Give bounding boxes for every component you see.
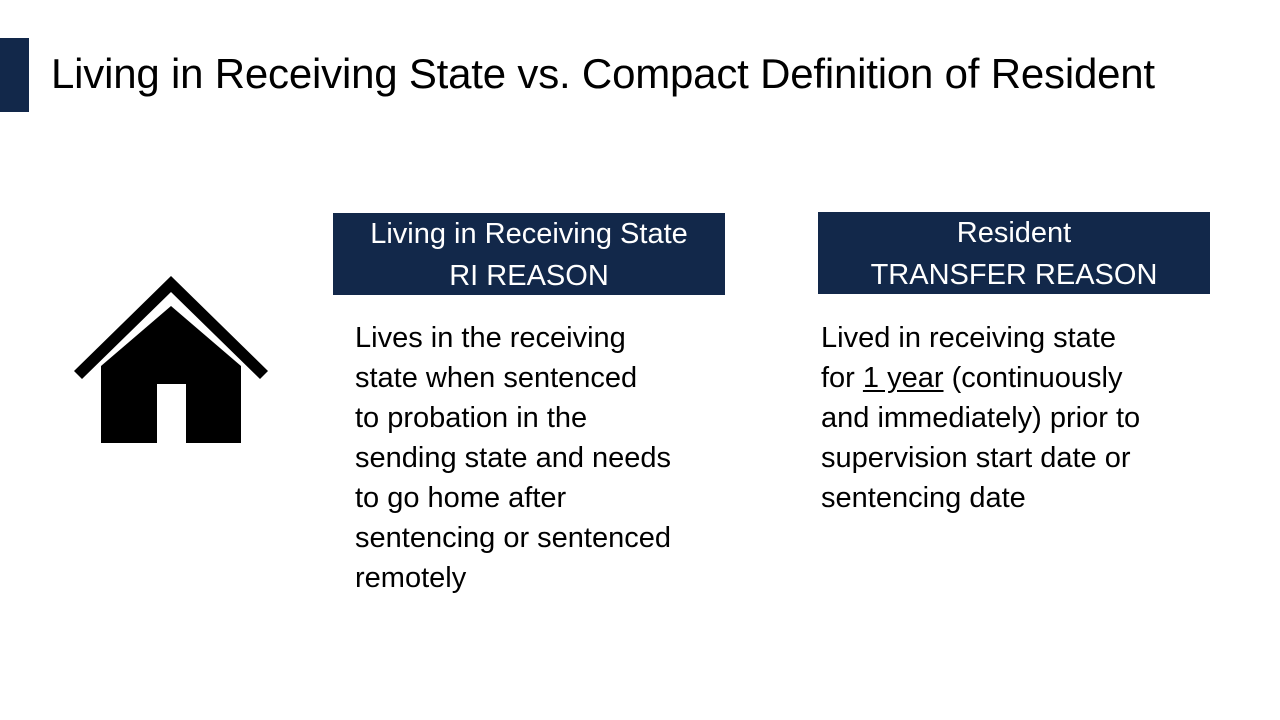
body-line: for 1 year (continuously <box>821 358 1221 398</box>
body-line: and immediately) prior to <box>821 402 1141 434</box>
body-line: to probation in the <box>355 402 588 434</box>
body-text: for <box>821 362 863 394</box>
header-line: Living in Receiving State <box>370 218 688 250</box>
living-in-receiving-state-header: Living in Receiving State RI REASON <box>333 213 725 295</box>
body-line: to go home after <box>355 482 567 514</box>
body-line: sending state and needs <box>355 442 672 474</box>
body-line: sentencing date <box>821 482 1026 514</box>
header-line: TRANSFER REASON <box>870 259 1158 291</box>
header-line: Resident <box>956 217 1072 249</box>
body-line: supervision start date or <box>821 442 1131 474</box>
body-text: (continuously <box>943 362 1123 394</box>
body-line: sentencing or sentenced <box>355 522 671 554</box>
resident-header: Resident TRANSFER REASON <box>818 212 1210 294</box>
slide-title: Living in Receiving State vs. Compact De… <box>51 50 1155 97</box>
living-in-receiving-state-description: Lives in the receiving state when senten… <box>355 318 735 598</box>
one-year-emphasis: 1 year <box>862 362 944 394</box>
slide: Living in Receiving State vs. Compact De… <box>0 0 1280 720</box>
header-line: RI REASON <box>449 260 609 292</box>
body-line: state when sentenced <box>355 362 638 394</box>
house-door <box>157 384 186 444</box>
title-accent-bar <box>0 38 29 112</box>
body-line: Lived in receiving state <box>821 322 1116 354</box>
body-line: remotely <box>355 562 467 594</box>
house-icon <box>74 276 268 444</box>
body-line: Lives in the receiving <box>355 322 626 354</box>
resident-description: Lived in receiving state for 1 year (con… <box>821 318 1221 518</box>
